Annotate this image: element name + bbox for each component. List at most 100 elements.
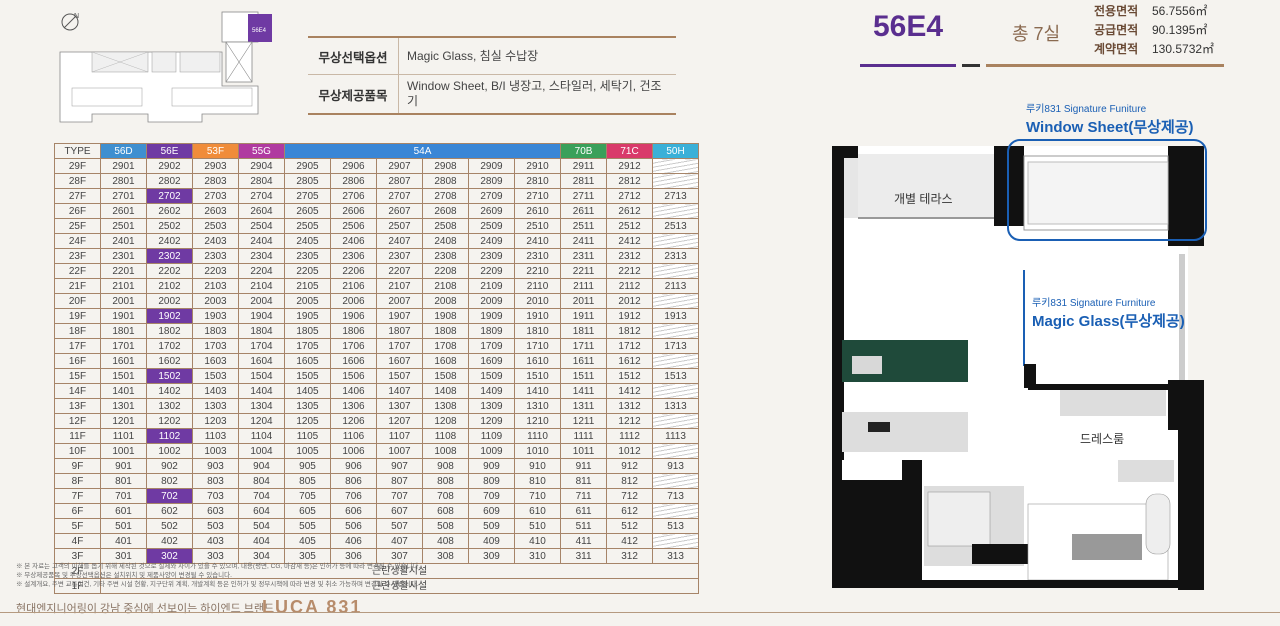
free-select-option-row: 무상선택옵션 Magic Glass, 침실 수납장 bbox=[308, 38, 676, 75]
unit-cell: 2410 bbox=[513, 233, 562, 249]
column-header: 70B bbox=[560, 143, 608, 159]
magic-glass-caption: 루키831 Signature Furniture bbox=[1032, 298, 1156, 309]
unit-cell: 2704 bbox=[238, 188, 285, 204]
table-row: 28F 2801 2802 2803 2804 2805 2806 2807 2808 2809 2… bbox=[54, 173, 700, 189]
unit-cell: 1601 bbox=[100, 353, 147, 369]
unit-cell: 2507 bbox=[376, 218, 423, 234]
unit-cell: 1011 bbox=[560, 443, 608, 459]
unit-cell: 1910 bbox=[513, 308, 562, 324]
column-header: 56D bbox=[100, 143, 147, 159]
unit-cell: 904 bbox=[238, 458, 285, 474]
unit-cell: 2005 bbox=[284, 293, 331, 309]
unit-cell: 1611 bbox=[560, 353, 608, 369]
unit-cell: 1507 bbox=[376, 368, 423, 384]
unit-cell: 2007 bbox=[376, 293, 423, 309]
unit-cell: 903 bbox=[192, 458, 239, 474]
unit-cell: 2208 bbox=[422, 263, 469, 279]
unit-cell: 2205 bbox=[284, 263, 331, 279]
unit-cell: 601 bbox=[100, 503, 147, 519]
unit-cell: 2706 bbox=[330, 188, 377, 204]
unit-cell: 505 bbox=[284, 518, 331, 534]
unit-cell: 1105 bbox=[284, 428, 331, 444]
unit-cell: 1708 bbox=[422, 338, 469, 354]
unit-cell: 2804 bbox=[238, 173, 285, 189]
unit-cell: 2308 bbox=[422, 248, 469, 264]
table-row: 15F 1501 1502 1503 1504 1505 1506 1507 1508 1509 1… bbox=[54, 368, 700, 384]
unit-cell: 2001 bbox=[100, 293, 147, 309]
unit-cell: 1310 bbox=[513, 398, 562, 414]
table-row: 8F 801 802 803 804 805 806 807 808 809 810 811 812 bbox=[54, 473, 700, 489]
unit-cell: 1710 bbox=[513, 338, 562, 354]
unit-cell: 404 bbox=[238, 533, 285, 549]
unit-cell: 2707 bbox=[376, 188, 423, 204]
area-value: 56.7556㎡ bbox=[1152, 4, 1208, 18]
unit-cell: 1007 bbox=[376, 443, 423, 459]
table-row: 27F 2701 2702 2703 2704 2705 2706 2707 2708 2709 2… bbox=[54, 188, 700, 204]
unit-cell: 805 bbox=[284, 473, 331, 489]
unit-cell bbox=[652, 203, 700, 219]
table-row: 6F 601 602 603 604 605 606 607 608 609 610 611 612 bbox=[54, 503, 700, 519]
unit-cell: 2109 bbox=[468, 278, 515, 294]
floor-cell: 23F bbox=[54, 248, 101, 264]
option-label: 무상선택옵션 bbox=[308, 38, 399, 74]
unit-cell: 2310 bbox=[513, 248, 562, 264]
unit-cell: 2302 bbox=[146, 248, 193, 264]
unit-cell: 2909 bbox=[468, 158, 515, 174]
unit-cell: 410 bbox=[513, 533, 562, 549]
unit-cell: 1102 bbox=[146, 428, 193, 444]
unit-cell: 2906 bbox=[330, 158, 377, 174]
unit-cell: 409 bbox=[468, 533, 515, 549]
title-divider bbox=[962, 64, 980, 67]
unit-cell: 1206 bbox=[330, 413, 377, 429]
unit-cell: 2701 bbox=[100, 188, 147, 204]
floor-cell: 10F bbox=[54, 443, 101, 459]
unit-cell: 809 bbox=[468, 473, 515, 489]
unit-cell: 1311 bbox=[560, 398, 608, 414]
unit-cell: 1604 bbox=[238, 353, 285, 369]
unit-cell: 1003 bbox=[192, 443, 239, 459]
unit-cell: 2802 bbox=[146, 173, 193, 189]
unit-cell: 1706 bbox=[330, 338, 377, 354]
unit-cell: 1404 bbox=[238, 383, 285, 399]
unit-cell: 1511 bbox=[560, 368, 608, 384]
unit-cell: 1707 bbox=[376, 338, 423, 354]
unit-cell: 2605 bbox=[284, 203, 331, 219]
unit-cell: 2505 bbox=[284, 218, 331, 234]
unit-cell bbox=[652, 383, 700, 399]
unit-cell: 1309 bbox=[468, 398, 515, 414]
unit-cell: 1409 bbox=[468, 383, 515, 399]
unit-cell: 2210 bbox=[513, 263, 562, 279]
unit-cell: 502 bbox=[146, 518, 193, 534]
unit-cell: 1905 bbox=[284, 308, 331, 324]
unit-cell: 1412 bbox=[606, 383, 654, 399]
unit-cell: 2901 bbox=[100, 158, 147, 174]
unit-cell: 2809 bbox=[468, 173, 515, 189]
column-header: 56E bbox=[146, 143, 193, 159]
unit-cell: 1606 bbox=[330, 353, 377, 369]
unit-cell: 2312 bbox=[606, 248, 654, 264]
floor-cell: 12F bbox=[54, 413, 101, 429]
table-row: 21F 2101 2102 2103 2104 2105 2106 2107 2108 2109 2… bbox=[54, 278, 700, 294]
unit-cell: 705 bbox=[284, 488, 331, 504]
unit-cell: 2408 bbox=[422, 233, 469, 249]
unit-cell bbox=[652, 503, 700, 519]
table-row: 20F 2001 2002 2003 2004 2005 2006 2007 2008 2009 2… bbox=[54, 293, 700, 309]
unit-cell: 608 bbox=[422, 503, 469, 519]
unit-cell: 1501 bbox=[100, 368, 147, 384]
unit-cell: 2105 bbox=[284, 278, 331, 294]
unit-cell: 2606 bbox=[330, 203, 377, 219]
unit-cell: 1405 bbox=[284, 383, 331, 399]
unit-cell: 1408 bbox=[422, 383, 469, 399]
unit-cell: 1111 bbox=[560, 428, 608, 444]
table-row: 14F 1401 1402 1403 1404 1405 1406 1407 1408 1409 1… bbox=[54, 383, 700, 399]
unit-cell: 2305 bbox=[284, 248, 331, 264]
type-header: TYPE bbox=[54, 143, 101, 159]
unit-cell bbox=[652, 323, 700, 339]
table-row: 25F 2501 2502 2503 2504 2505 2506 2507 2508 2509 2… bbox=[54, 218, 700, 234]
unit-table: TYPE 56D 56E 53F 55G 54A 70B 71C 50H 29F 2901 2902… bbox=[54, 143, 700, 594]
column-header: 54A bbox=[283, 143, 562, 159]
unit-cell: 504 bbox=[238, 518, 285, 534]
unit-cell: 1806 bbox=[330, 323, 377, 339]
unit-cell: 2301 bbox=[100, 248, 147, 264]
unit-cell: 1703 bbox=[192, 338, 239, 354]
